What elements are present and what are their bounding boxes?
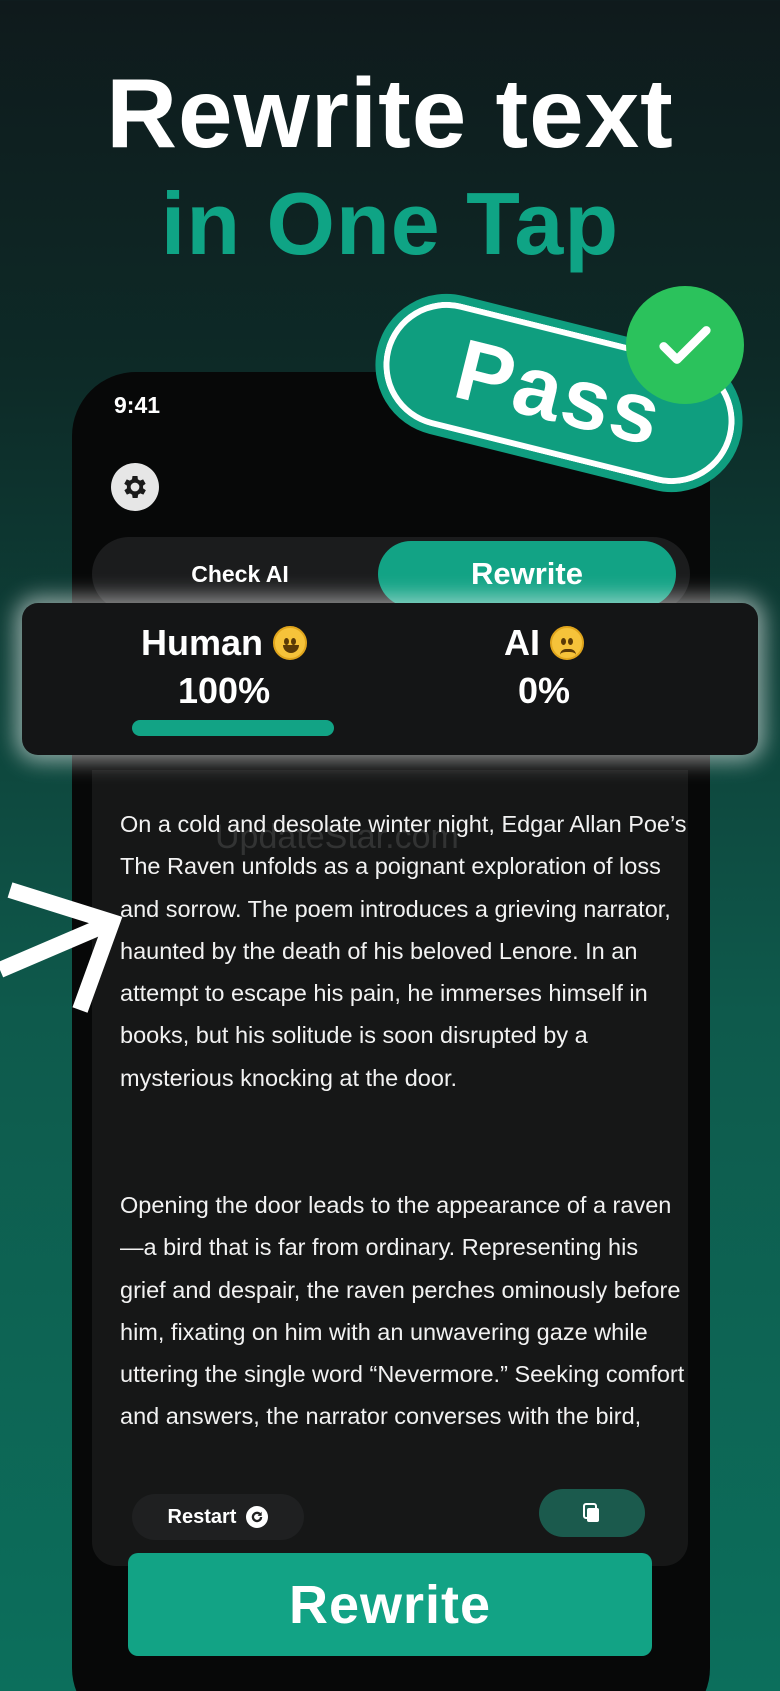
human-label-text: Human [141, 622, 264, 663]
restart-label: Restart [167, 1505, 237, 1528]
rewrite-button[interactable]: Rewrite [128, 1553, 652, 1656]
tab-check-ai[interactable]: Check AI [160, 561, 320, 588]
human-label: Human [141, 622, 308, 664]
ai-label-text: AI [504, 622, 540, 663]
ai-label: AI [504, 622, 584, 664]
ai-value: 0% [518, 670, 571, 711]
status-time: 9:41 [114, 392, 161, 418]
gear-icon [124, 476, 146, 498]
smile-emoji-icon [273, 626, 308, 660]
copy-button[interactable] [539, 1489, 645, 1537]
hero-title-line2: in One Tap [160, 174, 620, 273]
hero-title-line1: Rewrite text [106, 58, 674, 168]
tab-rewrite[interactable]: Rewrite [378, 541, 676, 607]
text-paragraph-1: On a cold and desolate winter night, Edg… [120, 811, 687, 1091]
frown-emoji-icon [550, 626, 584, 660]
arrow-icon [0, 882, 123, 1013]
copy-icon [583, 1503, 599, 1522]
restart-icon [246, 1506, 269, 1528]
settings-button[interactable] [111, 463, 159, 511]
checkmark-icon [626, 286, 744, 404]
human-value: 100% [178, 670, 271, 711]
restart-button[interactable]: Restart [132, 1494, 304, 1540]
human-progress-bar [132, 720, 334, 736]
text-paragraph-2: Opening the door leads to the appearance… [120, 1192, 685, 1430]
